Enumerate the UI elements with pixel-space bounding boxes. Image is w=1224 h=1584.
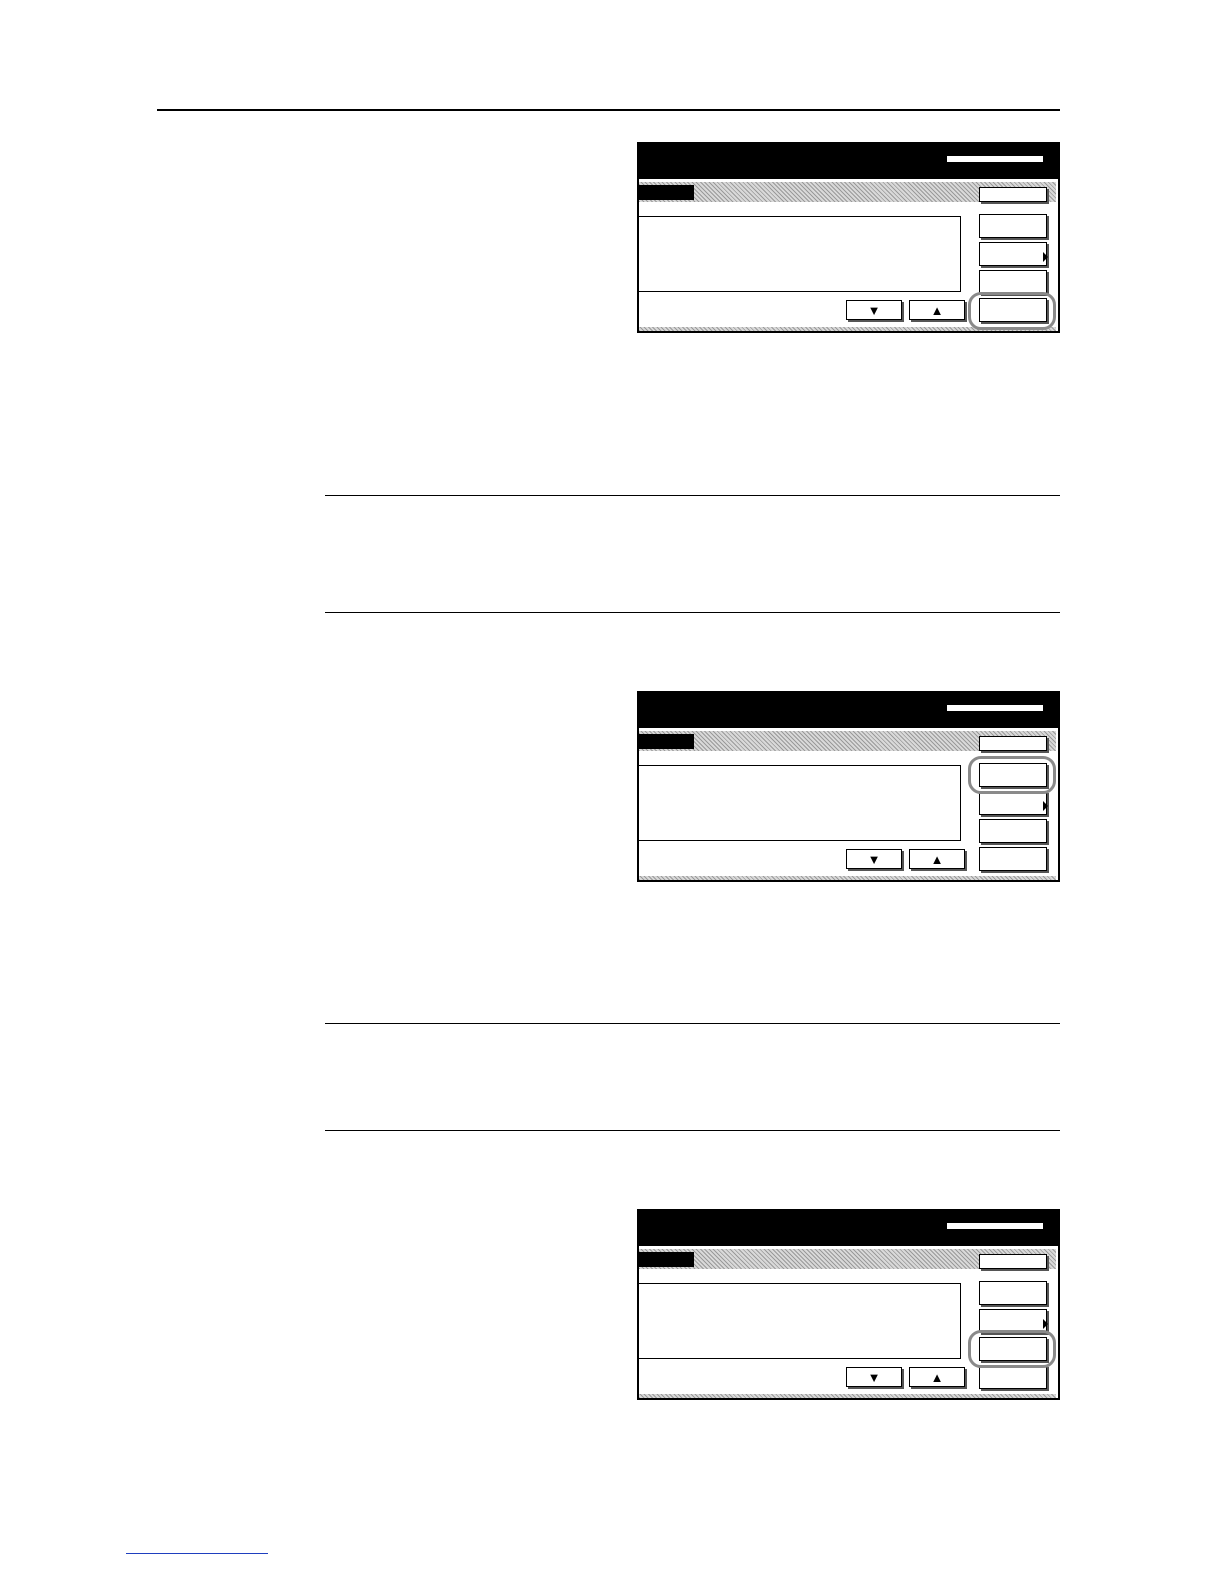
highlight-ring xyxy=(968,1330,1056,1368)
side-button-1[interactable] xyxy=(979,1281,1047,1305)
close-button[interactable] xyxy=(979,736,1047,751)
screen-panel-2: ▼ ▲ xyxy=(637,691,1060,882)
close-button[interactable] xyxy=(979,187,1047,202)
scroll-down-button[interactable]: ▼ xyxy=(846,1367,902,1387)
header-rule xyxy=(157,109,1060,111)
scroll-down-button[interactable]: ▼ xyxy=(846,849,902,869)
section-rule xyxy=(325,495,1060,496)
side-button-3[interactable] xyxy=(979,270,1047,294)
side-button-4[interactable] xyxy=(979,847,1047,871)
bottom-band xyxy=(639,876,1056,880)
status-field xyxy=(946,704,1044,712)
scroll-up-button[interactable]: ▲ xyxy=(909,300,965,320)
arrow-down-icon: ▼ xyxy=(867,1369,881,1385)
scroll-up-button[interactable]: ▲ xyxy=(909,1367,965,1387)
side-button-3[interactable] xyxy=(979,819,1047,843)
list-box[interactable] xyxy=(639,1283,961,1359)
arrow-down-icon: ▼ xyxy=(867,851,881,867)
scroll-down-button[interactable]: ▼ xyxy=(846,300,902,320)
active-tab[interactable] xyxy=(639,1252,694,1267)
bottom-band xyxy=(639,1394,1056,1398)
active-tab[interactable] xyxy=(639,185,694,200)
screen-panel-3: ▼ ▲ xyxy=(637,1209,1060,1400)
status-field xyxy=(946,1222,1044,1230)
section-rule xyxy=(325,1023,1060,1024)
side-button-2[interactable] xyxy=(979,791,1048,815)
arrow-up-icon: ▲ xyxy=(930,851,944,867)
active-tab[interactable] xyxy=(639,734,694,749)
side-button-2[interactable] xyxy=(979,242,1048,266)
arrow-up-icon: ▲ xyxy=(930,302,944,318)
close-button[interactable] xyxy=(979,1254,1047,1269)
side-button-1[interactable] xyxy=(979,214,1047,238)
highlight-ring xyxy=(968,756,1056,794)
status-field xyxy=(946,155,1044,163)
highlight-ring xyxy=(968,292,1056,330)
list-box[interactable] xyxy=(639,765,961,841)
section-rule xyxy=(325,612,1060,613)
footer-link-underline[interactable] xyxy=(126,1553,268,1554)
submenu-arrow-icon xyxy=(1043,801,1048,811)
list-box[interactable] xyxy=(639,216,961,292)
section-rule xyxy=(325,1130,1060,1131)
submenu-arrow-icon xyxy=(1043,1319,1048,1329)
submenu-arrow-icon xyxy=(1043,252,1048,262)
scroll-up-button[interactable]: ▲ xyxy=(909,849,965,869)
arrow-down-icon: ▼ xyxy=(867,302,881,318)
screen-panel-1: ▼ ▲ xyxy=(637,142,1060,333)
arrow-up-icon: ▲ xyxy=(930,1369,944,1385)
side-button-4[interactable] xyxy=(979,1365,1047,1389)
